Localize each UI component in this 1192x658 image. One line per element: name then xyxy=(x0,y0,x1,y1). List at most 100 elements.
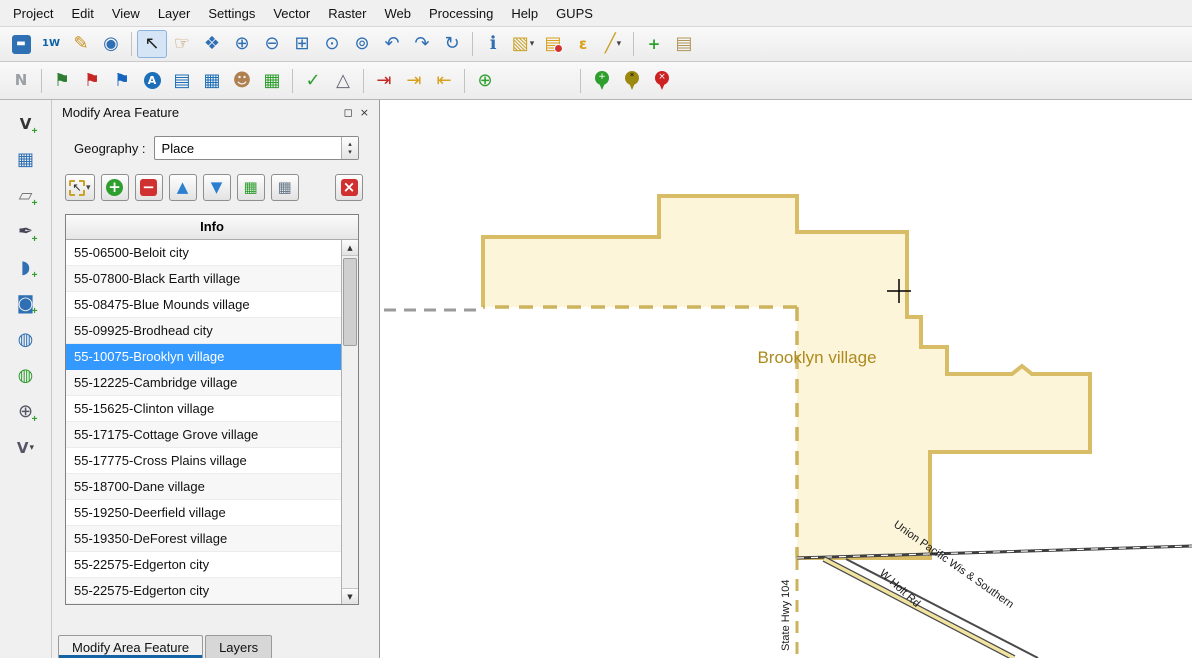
callout-tool[interactable]: ◙ xyxy=(11,290,41,318)
map-canvas[interactable]: Brooklyn village Union Pacific Wis & Sou… xyxy=(380,100,1192,658)
zoom-layer-tool[interactable]: ⊚ xyxy=(347,30,377,58)
menu-layer[interactable]: Layer xyxy=(149,2,200,25)
unsaved-edits-icon[interactable]: ▤ xyxy=(538,30,568,58)
polygon-tool[interactable]: ▱ xyxy=(11,182,41,210)
table-row[interactable]: 55-22575-Edgerton city xyxy=(66,552,341,578)
validate-tool[interactable]: ✓ xyxy=(298,67,328,95)
new-bookmark-tool[interactable]: + xyxy=(639,30,669,58)
vertex-dropdown-tool-dropdown-icon[interactable]: ▾ xyxy=(30,443,35,453)
scroll-down-icon[interactable]: ▼ xyxy=(342,588,358,604)
measure-tool[interactable]: ╱▾ xyxy=(598,30,628,58)
table-row[interactable]: 55-10075-Brooklyn village xyxy=(66,344,341,370)
move-up-button[interactable]: ▲ xyxy=(169,174,197,201)
node-tool[interactable]: N xyxy=(6,67,36,95)
tab-modify-area-feature[interactable]: Modify Area Feature xyxy=(58,635,203,658)
profile-tool[interactable]: ☻ xyxy=(227,67,257,95)
pan-arrows-tool[interactable]: ❖ xyxy=(197,30,227,58)
menu-view[interactable]: View xyxy=(103,2,149,25)
measure-tool-dropdown-icon[interactable]: ▾ xyxy=(617,39,622,49)
sketch-pen-tool[interactable]: ✒ xyxy=(11,218,41,246)
select-area-button-dropdown-icon[interactable]: ▾ xyxy=(86,183,91,193)
table-row[interactable]: 55-12225-Cambridge village xyxy=(66,370,341,396)
select-arrow-tool[interactable]: ↖ xyxy=(137,30,167,58)
menu-edit[interactable]: Edit xyxy=(62,2,102,25)
summary-table-tool[interactable]: ▦ xyxy=(257,67,287,95)
table-row[interactable]: 55-08475-Blue Mounds village xyxy=(66,292,341,318)
import-data-tool[interactable]: ⇥ xyxy=(399,67,429,95)
select-area-button[interactable]: ↖▾ xyxy=(65,174,95,201)
save-1w-icon[interactable]: 1W xyxy=(36,30,66,58)
label-tool[interactable]: A xyxy=(137,67,167,95)
delete-linear-feature-tool[interactable]: ⚑ xyxy=(77,67,107,95)
expression-tool[interactable]: ε xyxy=(568,30,598,58)
menu-project[interactable]: Project xyxy=(4,2,62,25)
select-features-tool[interactable]: ▧▾ xyxy=(508,30,538,58)
flag-pin-tool[interactable]: * xyxy=(617,67,647,95)
attribute-table-tool[interactable]: ▦ xyxy=(197,67,227,95)
summary-table-tool-glyph: ▦ xyxy=(263,72,280,90)
table-row[interactable]: 55-19250-Deerfield village xyxy=(66,500,341,526)
add-pin-tool[interactable]: + xyxy=(587,67,617,95)
export-data-tool[interactable]: ⇤ xyxy=(429,67,459,95)
vertex-dropdown-tool[interactable]: V▾ xyxy=(11,434,41,462)
menu-processing[interactable]: Processing xyxy=(420,2,502,25)
combo-arrows-icon[interactable]: ▴ ▾ xyxy=(341,137,358,159)
float-panel-button[interactable]: ◻ xyxy=(344,106,353,119)
raster-grid-tool[interactable]: ▦ xyxy=(11,146,41,174)
add-linear-feature-tool[interactable]: ⚑ xyxy=(47,67,77,95)
menu-help[interactable]: Help xyxy=(502,2,547,25)
refresh-map-tool[interactable]: ↻ xyxy=(437,30,467,58)
close-session-tool[interactable]: ⇥ xyxy=(369,67,399,95)
table-row[interactable]: 55-18700-Dane village xyxy=(66,474,341,500)
move-down-button[interactable]: ▼ xyxy=(203,174,231,201)
save-project-icon[interactable]: ▬ xyxy=(6,30,36,58)
zoom-in-tool[interactable]: ⊕ xyxy=(227,30,257,58)
table-row[interactable]: 55-22575-Edgerton city xyxy=(66,578,341,604)
combo-up-icon: ▴ xyxy=(348,140,352,148)
zoom-last-tool[interactable]: ↶ xyxy=(377,30,407,58)
identify-tool[interactable]: ℹ xyxy=(478,30,508,58)
table-row[interactable]: 55-17175-Cottage Grove village xyxy=(66,422,341,448)
table-scrollbar[interactable]: ▲ ▼ xyxy=(341,240,358,604)
zoom-next-tool[interactable]: ↷ xyxy=(407,30,437,58)
menu-web[interactable]: Web xyxy=(376,2,421,25)
table-row[interactable]: 55-06500-Beloit city xyxy=(66,240,341,266)
table-row[interactable]: 55-07800-Black Earth village xyxy=(66,266,341,292)
add-area-button[interactable]: + xyxy=(101,174,129,201)
table-row[interactable]: 55-09925-Brodhead city xyxy=(66,318,341,344)
area-table-button[interactable]: ▦ xyxy=(271,174,299,201)
split-linear-feature-tool[interactable]: ⚑ xyxy=(107,67,137,95)
show-bookmarks-tool[interactable]: ▤ xyxy=(669,30,699,58)
zoom-out-tool[interactable]: ⊖ xyxy=(257,30,287,58)
zoom-to-area-button[interactable]: ▦ xyxy=(237,174,265,201)
add-globe-tool[interactable]: ⊕ xyxy=(470,67,500,95)
table-row[interactable]: 55-17775-Cross Plains village xyxy=(66,448,341,474)
select-features-tool-dropdown-icon[interactable]: ▾ xyxy=(530,39,535,49)
menu-gups[interactable]: GUPS xyxy=(547,2,602,25)
cancel-button[interactable]: × xyxy=(335,174,363,201)
geometry-check-tool[interactable]: △ xyxy=(328,67,358,95)
globe-layers-tool[interactable]: ◍ xyxy=(11,326,41,354)
zoom-selection-tool[interactable]: ⊙ xyxy=(317,30,347,58)
menu-settings[interactable]: Settings xyxy=(199,2,264,25)
curve-tool[interactable]: ◗ xyxy=(11,254,41,282)
menu-vector[interactable]: Vector xyxy=(264,2,319,25)
table-row[interactable]: 55-15625-Clinton village xyxy=(66,396,341,422)
delete-pin-tool[interactable]: × xyxy=(647,67,677,95)
close-panel-button[interactable]: × xyxy=(360,106,369,119)
remove-area-button[interactable]: − xyxy=(135,174,163,201)
globe-green-tool[interactable]: ◍ xyxy=(11,362,41,390)
geography-select[interactable]: Place ▴ ▾ xyxy=(154,136,359,160)
feature-form-tool[interactable]: ▤ xyxy=(167,67,197,95)
map-globe-icon[interactable]: ◉ xyxy=(96,30,126,58)
tab-layers[interactable]: Layers xyxy=(205,635,272,658)
add-area-feature-tool[interactable]: V xyxy=(11,110,41,138)
zoom-full-tool[interactable]: ⊞ xyxy=(287,30,317,58)
table-row[interactable]: 55-19350-DeForest village xyxy=(66,526,341,552)
scrollbar-thumb[interactable] xyxy=(343,258,357,346)
globe-add-tool[interactable]: ⊕ xyxy=(11,398,41,426)
menu-raster[interactable]: Raster xyxy=(319,2,375,25)
edit-sketch-icon[interactable]: ✎ xyxy=(66,30,96,58)
scroll-up-icon[interactable]: ▲ xyxy=(342,240,358,256)
pan-hand-tool[interactable]: ☞ xyxy=(167,30,197,58)
